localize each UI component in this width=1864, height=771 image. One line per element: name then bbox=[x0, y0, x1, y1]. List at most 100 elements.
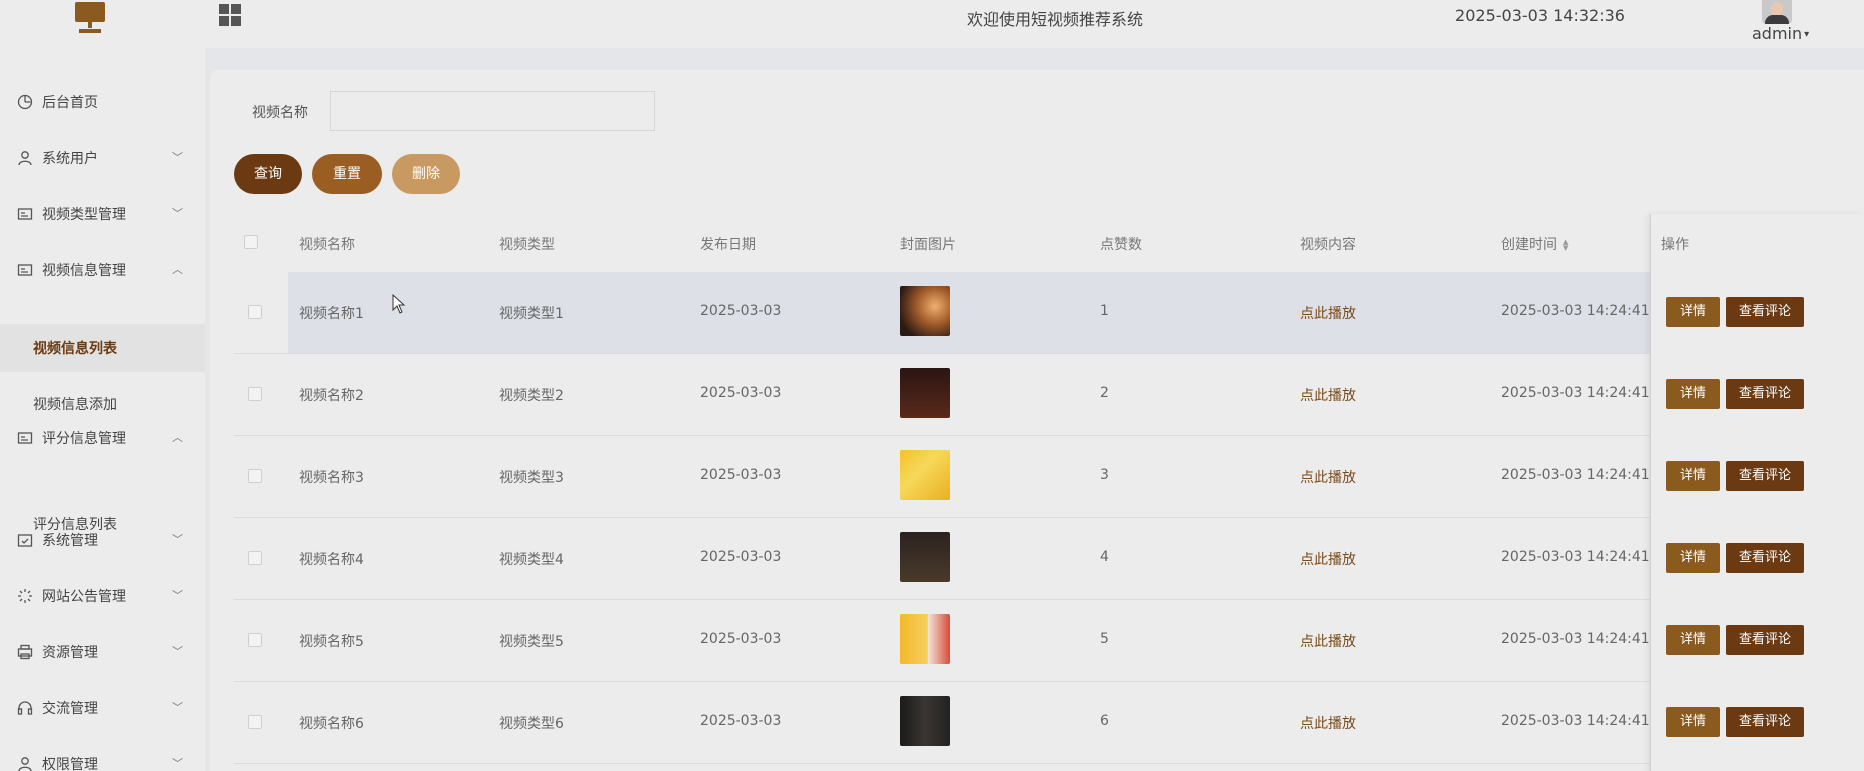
chevron-up-icon: ︿ bbox=[172, 263, 183, 276]
play-video-link[interactable]: 点此播放 bbox=[1300, 549, 1356, 569]
detail-button[interactable]: 详情 bbox=[1666, 707, 1720, 737]
play-video-link[interactable]: 点此播放 bbox=[1300, 631, 1356, 651]
sidebar-subitem-video-list[interactable]: 视频信息列表 bbox=[0, 324, 205, 372]
sidebar-item-home[interactable]: 后台首页 bbox=[0, 80, 205, 124]
cell-video-name: 视频名称4 bbox=[299, 552, 364, 568]
cell-video-name: 视频名称2 bbox=[299, 388, 364, 404]
view-comments-button[interactable]: 查看评论 bbox=[1726, 297, 1804, 327]
chevron-down-icon: ﹀ bbox=[172, 645, 183, 658]
sidebar-subitem-video-add[interactable]: 视频信息添加 bbox=[0, 380, 205, 428]
table-row[interactable]: 视频名称1 视频类型1 2025-03-03 1 点此播放 2025-03-03 14:2… bbox=[234, 272, 1864, 354]
chevron-down-icon: ﹀ bbox=[172, 757, 183, 770]
sidebar-item-video-type[interactable]: 视频类型管理 ﹀ bbox=[0, 192, 205, 236]
chevron-down-icon: ﹀ bbox=[172, 701, 183, 714]
row-checkbox[interactable] bbox=[248, 387, 262, 401]
cell-likes: 3 bbox=[1100, 467, 1109, 483]
grid-menu-icon[interactable] bbox=[219, 4, 241, 26]
play-video-link[interactable]: 点此播放 bbox=[1300, 385, 1356, 405]
headset-icon bbox=[17, 700, 33, 716]
chevron-down-icon: ﹀ bbox=[172, 207, 183, 220]
top-header: 欢迎使用短视频推荐系统 2025-03-03 14:32:36 admin ▾ bbox=[0, 0, 1864, 48]
table-row[interactable]: 视频名称6 视频类型6 2025-03-03 6 点此播放 2025-03-03 14:2… bbox=[234, 682, 1864, 764]
cell-likes: 4 bbox=[1100, 549, 1109, 565]
table-row[interactable]: 视频名称5 视频类型5 2025-03-03 5 点此播放 2025-03-03 14:2… bbox=[234, 600, 1864, 682]
monitor-logo-icon bbox=[75, 2, 105, 34]
table-row[interactable]: 视频名称3 视频类型3 2025-03-03 3 点此播放 2025-03-03 14:2… bbox=[234, 436, 1864, 518]
cover-image[interactable] bbox=[900, 368, 950, 418]
avatar[interactable] bbox=[1762, 0, 1792, 24]
table-row[interactable]: 视频名称4 视频类型4 2025-03-03 4 点此播放 2025-03-03 14:2… bbox=[234, 518, 1864, 600]
cell-publish-date: 2025-03-03 bbox=[700, 467, 782, 483]
detail-button[interactable]: 详情 bbox=[1666, 625, 1720, 655]
sort-icon[interactable]: ▲ ▼ bbox=[1563, 239, 1568, 252]
cell-publish-date: 2025-03-03 bbox=[700, 303, 782, 319]
printer-icon bbox=[17, 644, 33, 660]
table-header: 视频名称 视频类型 发布日期 封面图片 点赞数 视频内容 创建时间 ▲ ▼ bbox=[234, 214, 1864, 272]
sidebar-item-permission[interactable]: 权限管理 ﹀ bbox=[0, 742, 205, 771]
column-header-likes: 点赞数 bbox=[1100, 237, 1142, 253]
cover-image[interactable] bbox=[900, 614, 950, 664]
row-checkbox[interactable] bbox=[248, 633, 262, 647]
detail-button[interactable]: 详情 bbox=[1666, 297, 1720, 327]
sidebar-item-resource[interactable]: 资源管理 ﹀ bbox=[0, 630, 205, 674]
sidebar-subitem-label: 视频信息列表 bbox=[33, 341, 117, 357]
cell-video-type: 视频类型1 bbox=[499, 306, 564, 322]
sidebar-item-exchange[interactable]: 交流管理 ﹀ bbox=[0, 686, 205, 730]
column-header-created[interactable]: 创建时间 ▲ ▼ bbox=[1501, 234, 1568, 254]
sidebar-subitem-rating-list[interactable]: 评分信息列表 bbox=[0, 500, 205, 548]
cell-publish-date: 2025-03-03 bbox=[700, 549, 782, 565]
cell-video-name: 视频名称1 bbox=[299, 306, 364, 322]
query-button[interactable]: 查询 bbox=[234, 154, 302, 194]
sidebar-item-announcement[interactable]: 网站公告管理 ﹀ bbox=[0, 574, 205, 618]
view-comments-button[interactable]: 查看评论 bbox=[1726, 379, 1804, 409]
cell-video-type: 视频类型5 bbox=[499, 634, 564, 650]
reset-button[interactable]: 重置 bbox=[312, 154, 382, 194]
mouse-cursor-icon bbox=[392, 294, 406, 314]
sidebar-subitem-label: 评分信息列表 bbox=[33, 517, 117, 533]
user-menu[interactable]: admin ▾ bbox=[1752, 24, 1809, 43]
cell-likes: 1 bbox=[1100, 303, 1109, 319]
user-icon bbox=[17, 756, 33, 771]
sidebar-item-users[interactable]: 系统用户 ﹀ bbox=[0, 136, 205, 180]
view-comments-button[interactable]: 查看评论 bbox=[1726, 625, 1804, 655]
page-title: 欢迎使用短视频推荐系统 bbox=[966, 10, 1143, 29]
cover-image[interactable] bbox=[900, 286, 950, 336]
row-checkbox[interactable] bbox=[248, 469, 262, 483]
video-name-search-input[interactable] bbox=[330, 91, 655, 131]
detail-button[interactable]: 详情 bbox=[1666, 379, 1720, 409]
delete-button[interactable]: 删除 bbox=[392, 154, 460, 194]
view-comments-button[interactable]: 查看评论 bbox=[1726, 461, 1804, 491]
cover-image[interactable] bbox=[900, 696, 950, 746]
detail-button[interactable]: 详情 bbox=[1666, 543, 1720, 573]
column-header-cover: 封面图片 bbox=[900, 237, 956, 253]
user-icon bbox=[17, 150, 33, 166]
sidebar-item-video-info[interactable]: 视频信息管理 ︿ bbox=[0, 248, 205, 292]
sidebar-item-label: 权限管理 bbox=[42, 757, 98, 771]
column-header-name: 视频名称 bbox=[299, 237, 355, 253]
cell-created-time: 2025-03-03 14:24:41 bbox=[1501, 631, 1650, 647]
row-checkbox[interactable] bbox=[248, 715, 262, 729]
row-checkbox[interactable] bbox=[248, 551, 262, 565]
play-video-link[interactable]: 点此播放 bbox=[1300, 713, 1356, 733]
play-video-link[interactable]: 点此播放 bbox=[1300, 467, 1356, 487]
play-video-link[interactable]: 点此播放 bbox=[1300, 303, 1356, 323]
detail-button[interactable]: 详情 bbox=[1666, 461, 1720, 491]
cell-publish-date: 2025-03-03 bbox=[700, 385, 782, 401]
cell-likes: 6 bbox=[1100, 713, 1109, 729]
cover-image[interactable] bbox=[900, 450, 950, 500]
view-comments-button[interactable]: 查看评论 bbox=[1726, 543, 1804, 573]
dashboard-icon bbox=[17, 94, 33, 110]
cover-image[interactable] bbox=[900, 532, 950, 582]
card-icon bbox=[17, 206, 33, 222]
row-checkbox[interactable] bbox=[248, 305, 262, 319]
sidebar-item-label: 系统用户 bbox=[42, 151, 98, 167]
cell-created-time: 2025-03-03 14:24:41 bbox=[1501, 713, 1650, 729]
table-row[interactable]: 视频名称2 视频类型2 2025-03-03 2 点此播放 2025-03-03 14:2… bbox=[234, 354, 1864, 436]
card-icon bbox=[17, 262, 33, 278]
search-label: 视频名称 bbox=[252, 105, 308, 121]
cell-publish-date: 2025-03-03 bbox=[700, 713, 782, 729]
view-comments-button[interactable]: 查看评论 bbox=[1726, 707, 1804, 737]
actions-column: 操作 详情 查看评论 详情 查看评论 详情 查看评论 详情 查看评论 详情 查看评论 详情 查看评论 bbox=[1650, 214, 1864, 771]
select-all-checkbox[interactable] bbox=[244, 235, 258, 249]
column-header-type: 视频类型 bbox=[499, 237, 555, 253]
